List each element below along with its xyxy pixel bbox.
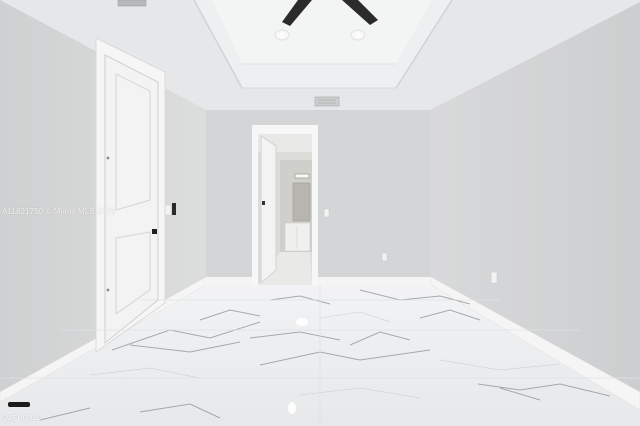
vanity-cabinet (284, 222, 311, 252)
vanity-light-icon (294, 173, 310, 179)
back-wall (206, 110, 431, 286)
door-handle-icon (262, 201, 265, 205)
baseboard-back (206, 277, 431, 285)
tray-ceiling-inner (212, 0, 432, 64)
door-handle-icon (8, 402, 30, 407)
air-vent-icon (117, 0, 147, 7)
light-reflection (296, 318, 308, 326)
brand-mark: SWFLAMLS (2, 415, 42, 422)
door-handle-icon (152, 229, 157, 234)
thermostat-icon (172, 203, 176, 215)
photo-watermark: A11821750 © Miami MLS 2025 (2, 207, 116, 216)
room-photo: A11821750 © Miami MLS 2025 SWFLAMLS (0, 0, 640, 426)
light-reflection (288, 402, 296, 414)
recessed-light-icon (274, 29, 290, 41)
door-hinge-icon (106, 156, 110, 160)
door-interior-open (260, 135, 277, 284)
light-switch-icon (164, 204, 172, 216)
light-switch-icon (323, 208, 330, 218)
bathroom-mirror (292, 182, 311, 222)
door-hinge-icon (106, 288, 110, 292)
recessed-light-icon (350, 29, 366, 41)
power-outlet-icon (381, 252, 388, 262)
power-outlet-icon (490, 271, 498, 284)
air-vent-icon (314, 96, 340, 107)
